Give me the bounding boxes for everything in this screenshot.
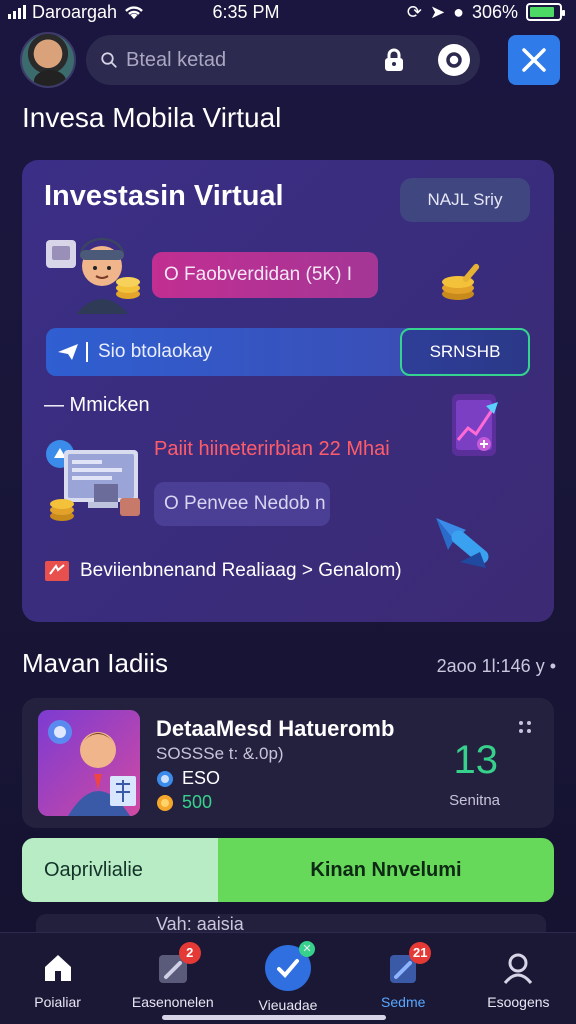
peek-text: Vah: aaisia [156,914,244,934]
divider [86,342,88,362]
sub-heading: — Mmicken [44,394,150,416]
nav-item-profile[interactable]: Esoogens [461,933,576,1024]
home-indicator [162,1015,386,1020]
fund-pill[interactable]: O Faobverdidan (5K) I [152,252,378,298]
secondary-pill[interactable]: O Penvee Nedob n [154,482,330,526]
toggle-left-option[interactable]: Oaprivlialie [22,838,218,902]
breadcrumb[interactable]: Beviienbnenand Realiaag > Genalom) [44,560,402,582]
nav-item-tools[interactable]: 2 Easenonelen [115,933,230,1024]
blue-bar-action-button[interactable]: SRNSHB [400,328,530,376]
wifi-icon [125,6,143,19]
more-icon[interactable] [518,720,532,734]
sync-icon: ⟳ [406,1,422,22]
status-time: 6:35 PM [212,1,280,22]
nav-item-home[interactable]: Poialiar [0,933,115,1024]
coin-icon [157,794,173,811]
nav-label-verify: Vieuadae [258,996,318,1013]
notification-badge: 21 [409,941,432,964]
battery-percent: 306% [471,1,518,22]
item-count-label: Senitna [449,792,500,809]
list-item[interactable]: DetaaMesd Hatueromb SOSSSe t: &.0p) ESO … [22,698,554,828]
item-title: DetaaMesd Hatueromb [156,716,395,741]
lock-button[interactable] [374,40,414,80]
bottom-navigation: Poialiar 2 Easenonelen ✕ Vieuadae 21 Sed… [0,932,576,1024]
item-subtitle: SOSSSe t: &.0p) [156,744,284,763]
section-meta[interactable]: 2aoo 1l:146 y • [437,656,556,677]
investment-card[interactable]: Investasin Virtual NAJL Sriy O Faobverdi… [22,160,554,622]
page-title: Invesa Mobila Virtual [22,102,282,133]
plus-badge-icon: ✕ [299,940,315,957]
item-row-1-label: ESO [182,768,221,788]
tools-icon: 2 [153,941,201,988]
nav-label-tools: Easenonelen [131,993,214,1010]
toggle-right-option[interactable]: Kinan Nnvelumi [218,838,554,902]
carrier-label: Daroargah [32,1,118,22]
chart-phone-icon [452,394,498,456]
user-icon [498,948,538,988]
location-icon: ➤ [429,1,446,22]
nav-label-profile: Esoogens [487,993,550,1010]
card-title: Investasin Virtual [44,180,284,212]
nav-label-home: Poialiar [34,993,81,1010]
search-bar[interactable] [86,35,480,85]
section-title: Mavan Iadiis [22,648,168,678]
investor-illustration [46,238,140,314]
item-row-1: ESO [156,768,220,789]
coins-icon [442,263,480,300]
item-count: 13 [453,738,499,782]
home-icon [38,948,78,988]
search-input[interactable] [126,48,366,72]
send-icon [58,344,78,360]
status-bar: Daroargah 6:35 PM ⟳ ➤ ● 306% [0,0,576,24]
check-icon: ✕ [265,940,315,991]
advisor-thumbnail [38,710,140,816]
item-row-2-label: 500 [182,792,213,812]
nav-item-verify[interactable]: ✕ Vieuadae [230,933,345,1024]
ring-icon [446,52,462,68]
signal-icon [8,5,26,19]
top-header [20,30,560,90]
computer-illustration [46,440,140,521]
card-tag-button[interactable]: NAJL Sriy [400,178,530,222]
globe-icon [157,770,173,787]
item-row-2: 500 [156,792,212,813]
close-icon [522,48,546,72]
status-right: ⟳ ➤ ● 306% [406,1,565,23]
nav-label-settings: Sedme [381,993,426,1010]
status-bar-row[interactable]: Sio btolaokay SRNSHB [46,328,530,376]
notification-badge: 2 [178,941,201,964]
bookmark-icon: 21 [383,941,432,988]
lock-icon [385,48,403,71]
status-left: Daroargah [8,2,145,23]
segmented-toggle: Oaprivlialie Kinan Nnvelumi [22,838,554,902]
nav-item-settings[interactable]: 21 Sedme [346,933,461,1024]
lock-rotation-icon: ● [453,1,464,22]
flag-icon [45,561,69,581]
section-header: Mavan Iadiis 2aoo 1l:146 y • [22,648,556,679]
avatar[interactable] [20,32,76,88]
record-button[interactable] [438,44,470,76]
breadcrumb-text: Beviienbnenand Realiaag > Genalom) [80,560,402,581]
blue-bar-label: Sio btolaokay [98,341,213,362]
close-button[interactable] [508,35,560,85]
search-icon [101,52,117,68]
battery-icon [526,3,565,21]
alert-text: Paiit hiineterirbian 22 Mhai [154,438,390,460]
cursor-icon [436,518,489,568]
